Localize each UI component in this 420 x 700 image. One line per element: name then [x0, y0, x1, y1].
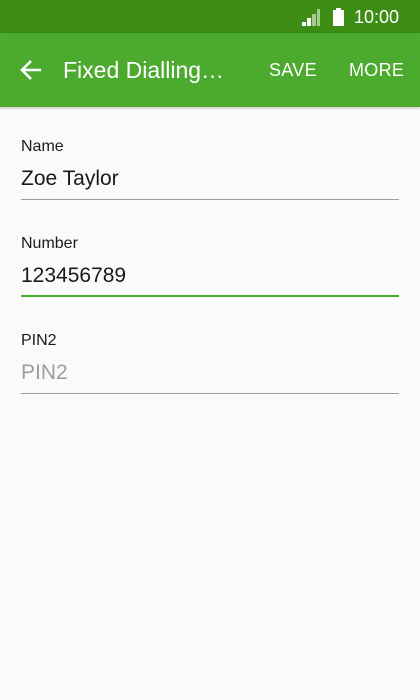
page-title: Fixed Dialling…: [63, 57, 225, 83]
number-label: Number: [21, 235, 78, 252]
number-input[interactable]: [21, 262, 399, 297]
status-bar: 10:00: [0, 0, 420, 33]
name-label: Name: [21, 138, 64, 155]
app-bar: Fixed Dialling… SAVE MORE: [0, 33, 420, 107]
pin2-input[interactable]: [21, 359, 399, 394]
back-button[interactable]: [10, 48, 54, 92]
pin2-field: PIN2: [21, 331, 399, 394]
fixed-dialling-edit-screen: 10:00 Fixed Dialling… SAVE MORE Name Num…: [0, 0, 420, 700]
number-field: Number: [21, 234, 399, 297]
signal-icon: [302, 9, 320, 26]
pin2-label: PIN2: [21, 332, 57, 349]
name-field: Name: [21, 137, 399, 200]
status-time: 10:00: [354, 7, 400, 27]
back-arrow-icon: [20, 60, 41, 80]
battery-icon: [333, 8, 344, 26]
save-button[interactable]: SAVE: [269, 59, 317, 81]
more-button[interactable]: MORE: [349, 59, 404, 81]
name-input[interactable]: [21, 165, 399, 200]
